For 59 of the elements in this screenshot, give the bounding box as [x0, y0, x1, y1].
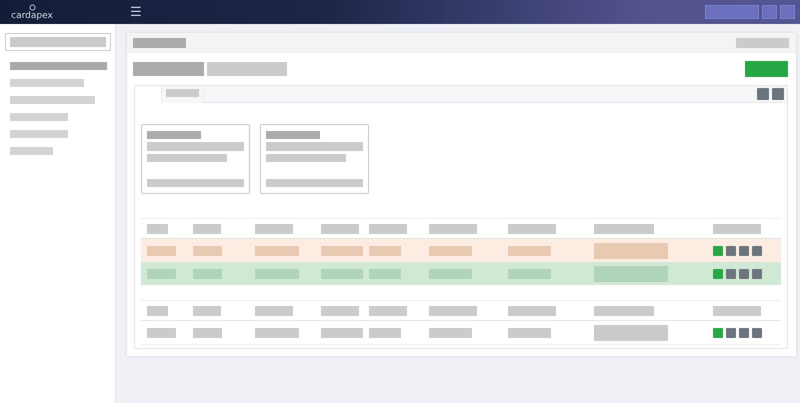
table-cell: [193, 268, 222, 278]
table-cell: [369, 246, 401, 256]
toolbar-button[interactable]: [780, 5, 795, 19]
table-cell: [321, 328, 363, 338]
table-cell: [255, 328, 299, 338]
redacted-text: [166, 89, 199, 97]
redacted-text: [147, 131, 201, 140]
table-cell: [193, 246, 222, 256]
table-cell: [321, 268, 363, 278]
redacted-text: [736, 38, 789, 48]
logo-text: cardapex: [11, 10, 53, 20]
table-cell: [255, 268, 299, 278]
column-header: [147, 306, 168, 316]
column-header: [713, 224, 761, 234]
column-header: [321, 306, 359, 316]
table-row[interactable]: [141, 262, 781, 285]
toolbar-button[interactable]: [772, 88, 784, 100]
table-cell: [147, 246, 176, 256]
summary-card[interactable]: [260, 124, 369, 194]
column-header: [713, 306, 761, 316]
column-header: [369, 306, 407, 316]
table-row[interactable]: [141, 239, 781, 262]
column-header: [429, 306, 477, 316]
table-cell: [429, 328, 472, 338]
column-header: [369, 224, 407, 234]
table-cell: [429, 246, 472, 256]
redacted-text: [266, 131, 320, 140]
summary-card[interactable]: [141, 124, 250, 194]
column-header: [147, 224, 168, 234]
logo[interactable]: cardapex: [12, 4, 52, 20]
toolbar-button[interactable]: [757, 88, 769, 100]
column-header: [429, 224, 477, 234]
table-cell: [147, 328, 176, 338]
toolbar-button[interactable]: [705, 5, 759, 19]
column-header: [193, 224, 221, 234]
tab[interactable]: [135, 86, 162, 103]
column-header: [255, 224, 293, 234]
table-cell: [508, 268, 551, 278]
table-cell: [193, 328, 222, 338]
column-header: [594, 306, 654, 316]
table-cell: [508, 246, 551, 256]
column-header: [193, 306, 221, 316]
redacted-text: [133, 38, 186, 48]
column-header: [508, 224, 556, 234]
search-field[interactable]: [5, 33, 111, 51]
column-header: [255, 306, 293, 316]
column-header: [508, 306, 556, 316]
redacted-text: [133, 62, 204, 76]
column-header: [594, 224, 654, 234]
table-cell: [369, 328, 401, 338]
table-cell: [508, 328, 551, 338]
table-cell: [255, 246, 299, 256]
table-cell: [321, 246, 363, 256]
toolbar-button[interactable]: [762, 5, 777, 19]
tab[interactable]: [162, 86, 204, 103]
table-cell: [147, 268, 176, 278]
column-header: [321, 224, 359, 234]
table-cell: [369, 268, 401, 278]
table-cell: [429, 268, 472, 278]
